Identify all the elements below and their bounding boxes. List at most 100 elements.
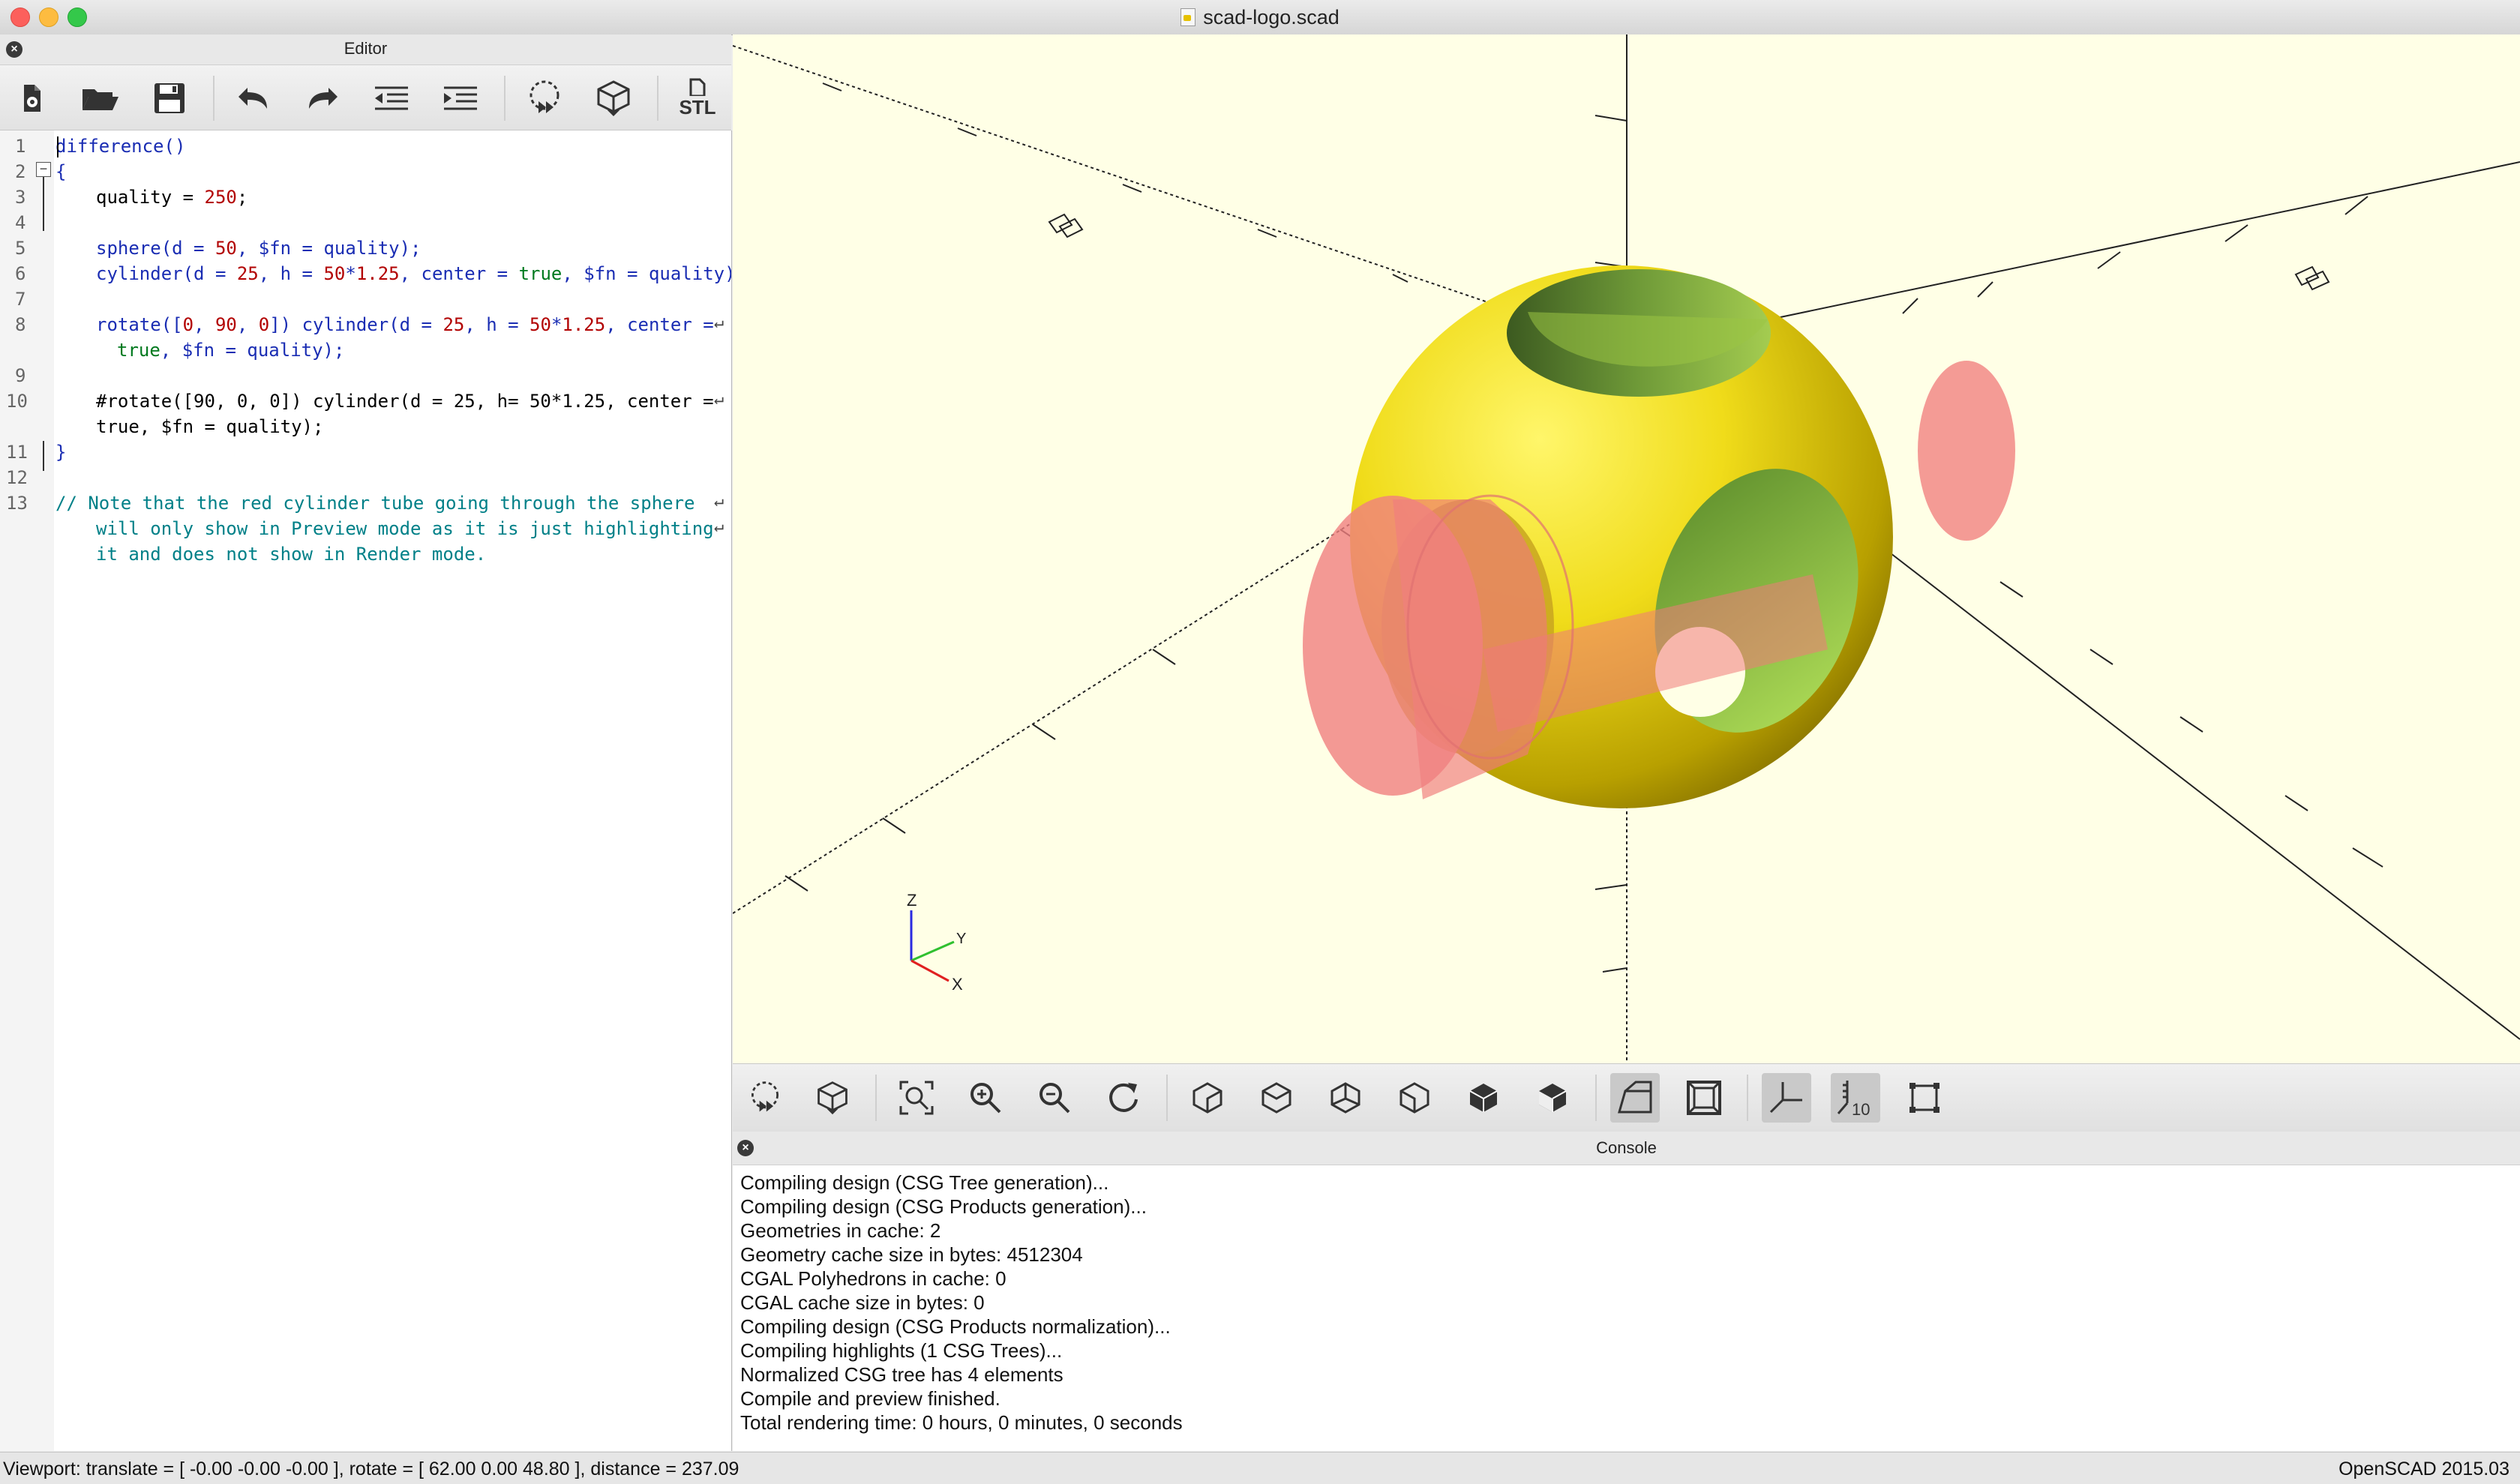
fold-toggle-icon[interactable]: −	[36, 162, 51, 177]
code-token: 25	[236, 263, 259, 284]
export-stl-icon[interactable]: STL	[675, 76, 720, 121]
view-left-icon[interactable]	[1390, 1073, 1439, 1123]
console-output[interactable]: Compiling design (CSG Tree generation)..…	[733, 1165, 2520, 1451]
console-line: Compiling design (CSG Products normaliza…	[740, 1315, 1171, 1338]
zoom-in-icon[interactable]	[961, 1073, 1010, 1123]
unindent-icon[interactable]	[369, 76, 414, 121]
view-front-icon[interactable]	[1459, 1073, 1508, 1123]
line-number: 9	[15, 365, 26, 386]
code-token: ;	[236, 187, 248, 208]
axis-label-z: Z	[907, 891, 916, 910]
code-token: , $fn = quality);	[562, 263, 732, 284]
orthogonal-icon[interactable]	[1679, 1073, 1729, 1123]
console-line: Compiling design (CSG Products generatio…	[740, 1195, 1147, 1218]
console-line: Geometry cache size in bytes: 4512304	[740, 1243, 1083, 1266]
code-token: 0	[258, 314, 270, 335]
code-token: 1.25	[562, 314, 606, 335]
code-token: ,	[194, 314, 215, 335]
code-token: 25	[442, 314, 465, 335]
line-number: 6	[15, 263, 26, 284]
show-scale-icon[interactable]: 10	[1831, 1073, 1880, 1123]
save-icon[interactable]	[147, 76, 192, 121]
code-line: }	[56, 442, 67, 463]
console-line: Normalized CSG tree has 4 elements	[740, 1363, 1064, 1386]
text-cursor	[57, 136, 58, 157]
code-line: will only show in Preview mode as it is …	[96, 518, 714, 539]
code-token: , center =	[399, 263, 519, 284]
code-token: (d =	[182, 263, 237, 284]
code-line: {	[56, 159, 66, 184]
code-token: quality =	[96, 187, 205, 208]
zoom-out-icon[interactable]	[1030, 1073, 1079, 1123]
app-version: OpenSCAD 2015.03	[2338, 1459, 2510, 1480]
wrap-marker-icon: ↵	[714, 492, 724, 511]
code-line: rotate([0, 90, 0]) cylinder(d = 25, h = …	[96, 312, 724, 337]
wrap-marker-icon: ↵	[714, 390, 724, 409]
view-bottom-icon[interactable]	[1321, 1073, 1370, 1123]
preview-icon[interactable]	[522, 76, 567, 121]
view-right-icon[interactable]	[1183, 1073, 1232, 1123]
line-number: 8	[15, 314, 26, 335]
line-number: 4	[15, 212, 26, 233]
axis-label-y: Y	[956, 931, 966, 947]
editor-toolbar: STL	[0, 65, 731, 130]
axis-gizmo: Z Y X	[907, 891, 966, 994]
line-number: 10	[6, 391, 28, 412]
code-token: , h =	[464, 314, 530, 335]
fold-marker	[43, 177, 44, 231]
line-number: 13	[6, 493, 28, 514]
view-back-icon[interactable]	[1528, 1073, 1577, 1123]
code-line: quality = 250;	[96, 184, 248, 210]
3d-viewport[interactable]: Z Y X	[733, 34, 2520, 1063]
export-stl-label: STL	[679, 95, 716, 118]
code-token: , $fn = quality);	[236, 238, 422, 259]
show-axes-icon[interactable]	[1762, 1073, 1811, 1123]
code-token: 50	[530, 314, 551, 335]
preview-icon[interactable]	[740, 1073, 790, 1123]
code-token: {	[56, 161, 67, 182]
window-title: scad-logo.scad	[1203, 5, 1340, 28]
show-edges-icon[interactable]	[1900, 1073, 1949, 1123]
code-token: (d =	[388, 314, 443, 335]
render-icon[interactable]	[808, 1073, 857, 1123]
code-token: , $fn = quality);	[160, 340, 345, 361]
reset-view-icon[interactable]	[1099, 1073, 1148, 1123]
indent-icon[interactable]	[438, 76, 483, 121]
title-bar: scad-logo.scad	[0, 0, 2520, 35]
console-line: CGAL Polyhedrons in cache: 0	[740, 1267, 1006, 1290]
wrap-marker-icon: ↵	[714, 313, 724, 332]
code-token: ])	[269, 314, 302, 335]
editor-header: × Editor	[0, 34, 731, 65]
view-all-icon[interactable]	[892, 1073, 941, 1123]
view-toolbar: 10	[733, 1063, 2520, 1132]
console-line: Compile and preview finished.	[740, 1387, 1000, 1410]
code-line: true, $fn = quality);	[96, 416, 324, 437]
code-token: difference	[56, 136, 164, 157]
undo-icon[interactable]	[231, 76, 276, 121]
scene-canvas: Z Y X	[733, 34, 2520, 1063]
perspective-icon[interactable]	[1610, 1073, 1660, 1123]
console-line: Total rendering time: 0 hours, 0 minutes…	[740, 1411, 1183, 1434]
code-line: true, $fn = quality);	[117, 337, 344, 363]
line-number: 1	[15, 136, 26, 157]
console-title: Console	[1596, 1138, 1657, 1157]
wrap-marker-icon: ↵	[714, 517, 724, 536]
line-number: 7	[15, 289, 26, 310]
code-token: ([	[160, 314, 183, 335]
code-token: *	[345, 263, 356, 284]
open-file-icon[interactable]	[78, 76, 123, 121]
code-token: true	[518, 263, 562, 284]
redo-icon[interactable]	[300, 76, 345, 121]
code-line: it and does not show in Render mode.	[96, 544, 487, 565]
code-token: 1.25	[356, 263, 400, 284]
axis-label-x: X	[952, 975, 963, 994]
new-file-icon[interactable]	[9, 76, 54, 121]
code-token: cylinder	[96, 263, 183, 284]
code-token: true	[117, 340, 160, 361]
scale-label: 10	[1852, 1100, 1870, 1118]
code-token: (d =	[160, 238, 215, 259]
render-icon[interactable]	[591, 76, 636, 121]
code-editor[interactable]: − 1 2 3 4 5 6 7 8 9 10 11 12 13 differen…	[0, 130, 732, 1451]
code-token: 50	[214, 238, 237, 259]
view-top-icon[interactable]	[1252, 1073, 1301, 1123]
